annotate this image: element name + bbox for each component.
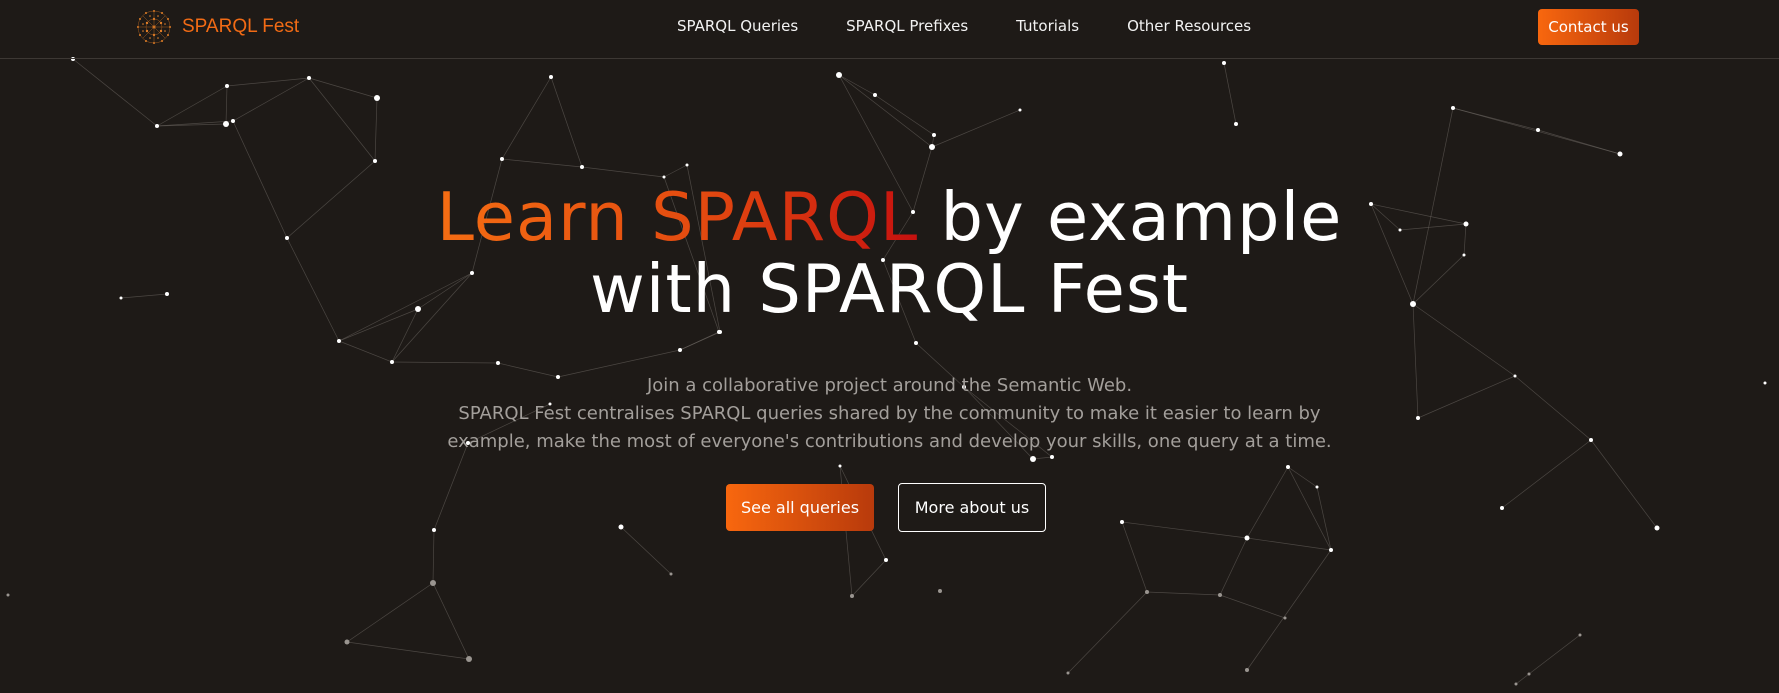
hero-section: Learn SPARQL by example with SPARQL Fest… bbox=[0, 0, 1779, 693]
more-about-us-button[interactable]: More about us bbox=[898, 483, 1046, 532]
see-all-queries-button[interactable]: See all queries bbox=[726, 484, 874, 531]
nav-link-sparql-prefixes[interactable]: SPARQL Prefixes bbox=[846, 17, 968, 35]
hero-title: Learn SPARQL by example with SPARQL Fest bbox=[0, 181, 1779, 325]
brand-name: SPARQL Fest bbox=[182, 16, 300, 37]
contact-us-button[interactable]: Contact us bbox=[1538, 9, 1639, 45]
hero-title-line-2: with SPARQL Fest bbox=[589, 250, 1190, 328]
nav-link-sparql-queries[interactable]: SPARQL Queries bbox=[677, 17, 798, 35]
nav-link-tutorials[interactable]: Tutorials bbox=[1016, 17, 1079, 35]
sparql-fest-logo-icon bbox=[137, 10, 171, 44]
hero-subtitle-line-3: example, make the most of everyone's con… bbox=[447, 431, 1332, 452]
hero-subtitle-line-1: Join a collaborative project around the … bbox=[646, 375, 1133, 396]
top-navbar: SPARQL Fest SPARQL Queries SPARQL Prefix… bbox=[0, 0, 1779, 59]
hero-subtitle-line-2: SPARQL Fest centralises SPARQL queries s… bbox=[458, 403, 1321, 424]
hero-title-rest: by example bbox=[918, 178, 1343, 256]
nav-link-other-resources[interactable]: Other Resources bbox=[1127, 17, 1251, 35]
main-nav: SPARQL Queries SPARQL Prefixes Tutorials… bbox=[677, 17, 1299, 35]
hero-subtitle: Join a collaborative project around the … bbox=[0, 372, 1779, 456]
brand-logo-link[interactable]: SPARQL Fest bbox=[134, 7, 299, 47]
hero-title-accent: Learn SPARQL bbox=[436, 178, 919, 256]
